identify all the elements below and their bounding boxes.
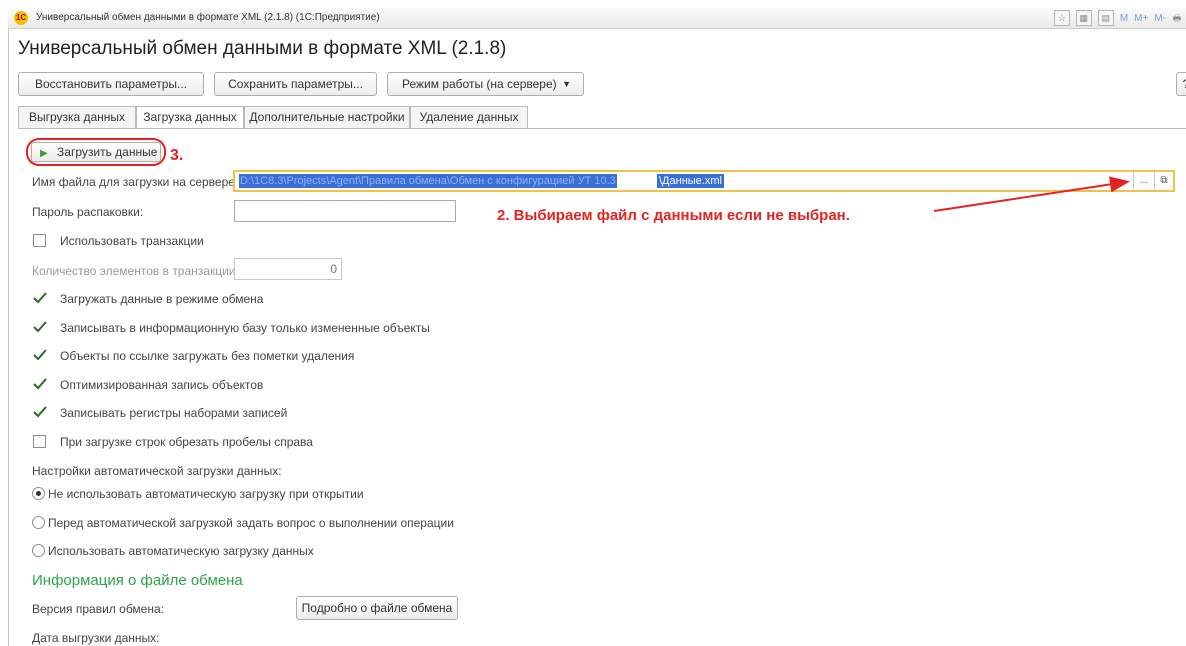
option-checkbox[interactable] [33,377,47,391]
auto-load-radio[interactable] [32,487,45,500]
tab-import[interactable]: Загрузка данных [136,106,244,129]
exchange-info-heading: Информация о файле обмена [32,572,243,589]
option-checkbox-label: При загрузке строк обрезать пробелы спра… [60,434,313,449]
restore-params-button[interactable]: Восстановить параметры... [18,72,204,96]
annotation-step-3: 3. [170,147,184,164]
annotation-arrow [933,176,1130,212]
checkmark-icon [33,377,47,389]
exchange-file-details-button[interactable]: Подробно о файле обмена [296,596,458,620]
checkmark-icon [33,292,47,304]
calculator-icon[interactable]: ▦ [1075,10,1092,26]
page-title: Универсальный обмен данными в формате XM… [18,38,507,59]
mode-dropdown-button[interactable]: Режим работы (на сервере) ▼ [387,72,584,96]
password-label: Пароль распаковки: [32,205,144,219]
mode-label: Режим работы (на сервере) [402,77,557,91]
help-button[interactable]: ? [1176,72,1186,96]
auto-load-radio-label: Не использовать автоматическую загрузку … [48,487,364,501]
option-checkbox-label: Объекты по ссылке загружать без пометки … [60,349,355,363]
tx-count-input[interactable]: 0 [234,258,342,280]
1c-logo-icon: 1C [14,11,28,25]
option-checkbox[interactable] [33,292,47,305]
option-checkbox-label: Оптимизированная запись объектов [60,377,264,392]
tx-count-label: Количество элементов в транзакции: [32,264,239,278]
favorites-icon[interactable]: ☆ [1053,10,1070,26]
option-checkbox-label: Записывать в информационную базу только … [60,320,430,335]
annotation-step-2: 2. Выбираем файл с данными если не выбра… [497,207,850,224]
option-checkbox-label: Записывать регистры наборами записей [60,406,288,420]
memory-minus-button[interactable]: M- [1154,13,1166,24]
window-frame [8,28,9,646]
play-icon: ▶ [40,148,48,159]
auto-load-radio[interactable] [32,544,45,557]
tab-additional-settings[interactable]: Дополнительные настройки [244,106,410,128]
use-transactions-checkbox[interactable] [33,234,46,247]
auto-load-radio[interactable] [32,515,45,529]
option-checkbox-label: Загружать данные в режиме обмена [60,292,264,306]
export-date-label: Дата выгрузки данных: [32,631,160,645]
save-params-button[interactable]: Сохранить параметры... [214,72,377,96]
tx-count-value: 0 [330,262,337,276]
load-data-label: Загрузить данные [57,145,158,159]
calendar-icon[interactable]: ▤ [1097,10,1114,26]
auto-load-radio-label: Использовать автоматическую загрузку дан… [48,544,314,558]
memory-plus-button[interactable]: M+ [1134,13,1148,24]
file-name-label: Имя файла для загрузки на сервере: [32,175,239,189]
titlebar-toolbar: ☆ ▦ ▤ M M+ M- 🖶 [1053,10,1182,26]
tab-divider [18,128,1186,129]
rules-version-label: Версия правил обмена: [32,602,164,616]
file-path-selected: D:\1С8.3\Projects\Agent\Правила обмена\О… [239,174,617,188]
file-path-tail: \Данные.xml [657,174,724,188]
window-title: Универсальный обмен данными в формате XM… [36,12,380,23]
choose-file-label: ... [1139,175,1149,186]
option-checkbox[interactable] [33,406,47,419]
auto-load-heading: Настройки автоматической загрузки данных… [32,464,282,478]
tab-delete-data[interactable]: Удаление данных [410,106,528,128]
auto-load-radio-label: Перед автоматической загрузкой задать во… [48,515,454,530]
chevron-down-icon: ▼ [562,79,571,89]
load-data-button[interactable]: ▶ Загрузить данные [31,142,161,162]
memory-m-button[interactable]: M [1120,13,1128,24]
option-checkbox[interactable] [33,434,46,448]
open-file-icon[interactable]: ⧉ [1154,172,1173,190]
checkmark-icon [33,349,47,361]
option-checkbox[interactable] [33,320,47,334]
print-icon[interactable]: 🖶 [1172,11,1182,25]
password-input[interactable] [234,200,456,222]
use-transactions-label: Использовать транзакции [60,234,204,248]
checkmark-icon [33,406,47,418]
checkmark-icon [33,320,47,332]
tab-export[interactable]: Выгрузка данных [18,106,136,128]
window-titlebar: 1C Универсальный обмен данными в формате… [8,8,1186,29]
option-checkbox[interactable] [33,349,47,362]
